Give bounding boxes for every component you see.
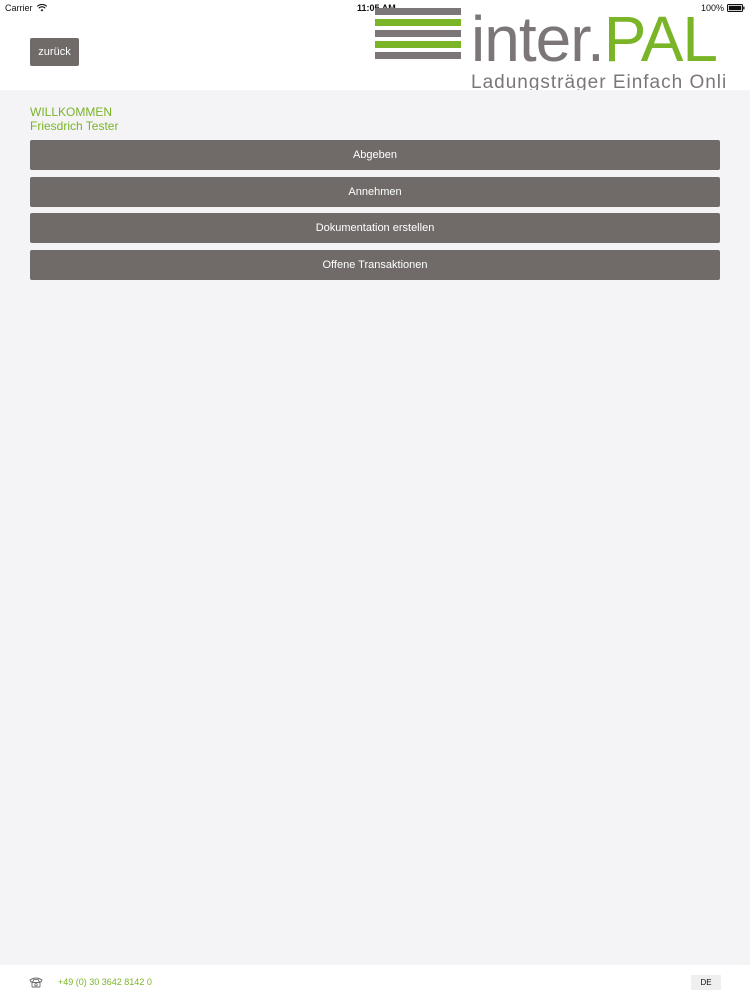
wifi-icon (36, 4, 47, 12)
main-menu: Abgeben Annehmen Dokumentation erstellen… (30, 140, 720, 286)
menu-button-abgeben[interactable]: Abgeben (30, 140, 720, 170)
status-carrier: Carrier (5, 3, 47, 13)
menu-button-offene-transaktionen[interactable]: Offene Transaktionen (30, 249, 720, 280)
back-button[interactable]: zurück (30, 38, 79, 66)
phone-number[interactable]: +49 (0) 30 3642 8142 0 (58, 977, 152, 987)
telephone-icon (29, 977, 43, 988)
welcome-heading: WILLKOMMEN (30, 105, 113, 119)
logo-word-pal: PAL (603, 4, 718, 75)
user-name: Friesdrich Tester (30, 119, 119, 133)
menu-button-dokumentation-erstellen[interactable]: Dokumentation erstellen (30, 213, 720, 243)
logo-word-inter: inter. (471, 4, 605, 75)
battery-icon (727, 4, 745, 12)
logo-wordmark: inter.PAL (471, 4, 718, 75)
brand-logo: inter.PAL Ladungsträger Einfach Online (375, 4, 725, 90)
menu-button-annehmen[interactable]: Annehmen (30, 176, 720, 207)
welcome-block: WILLKOMMEN Friesdrich Tester (30, 105, 118, 133)
footer: +49 (0) 30 3642 8142 0 DE (0, 965, 750, 1000)
logo-slogan: Ladungsträger Einfach Online (471, 72, 725, 90)
header: Carrier 11:05 AM 100% zurück (0, 0, 750, 90)
language-button[interactable]: DE (691, 975, 721, 990)
carrier-label: Carrier (5, 3, 33, 13)
logo-stripes-icon (375, 8, 461, 59)
